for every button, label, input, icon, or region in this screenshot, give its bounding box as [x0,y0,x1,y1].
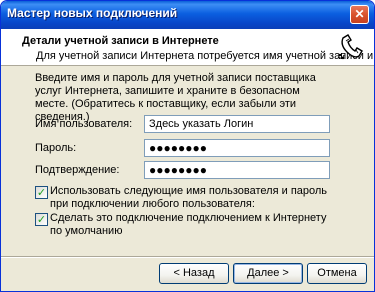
password-input[interactable]: ●●●●●●●● [144,139,330,157]
wizard-window: Мастер новых подключений ✕ Детали учетно… [0,0,375,292]
use-for-all-users-label[interactable]: Использовать следующие имя пользователя … [50,185,330,211]
password-label: Пароль: [35,142,77,154]
wizard-header: Детали учетной записи в Интернете Для уч… [1,29,374,66]
header-subtitle: Для учетной записи Интернета потребуется… [36,50,374,62]
confirm-password-label: Подтверждение: [35,164,120,176]
confirm-password-input[interactable]: ●●●●●●●● [144,161,330,179]
header-title: Детали учетной записи в Интернете [22,35,219,47]
phone-handset-icon [337,34,363,60]
window-title: Мастер новых подключений [7,6,178,20]
next-button[interactable]: Далее > [233,263,303,284]
back-button[interactable]: < Назад [159,263,229,284]
close-button[interactable]: ✕ [350,5,369,24]
title-bar[interactable]: Мастер новых подключений ✕ [1,1,374,29]
button-separator [1,256,374,258]
use-for-all-users-checkbox[interactable]: ✓ [35,186,48,199]
default-connection-label[interactable]: Сделать это подключение подключением к И… [50,212,330,238]
default-connection-checkbox[interactable]: ✓ [35,213,48,226]
cancel-button[interactable]: Отмена [307,263,367,284]
username-input[interactable]: Здесь указать Логин [144,115,330,133]
username-label: Имя пользователя: [35,118,133,130]
